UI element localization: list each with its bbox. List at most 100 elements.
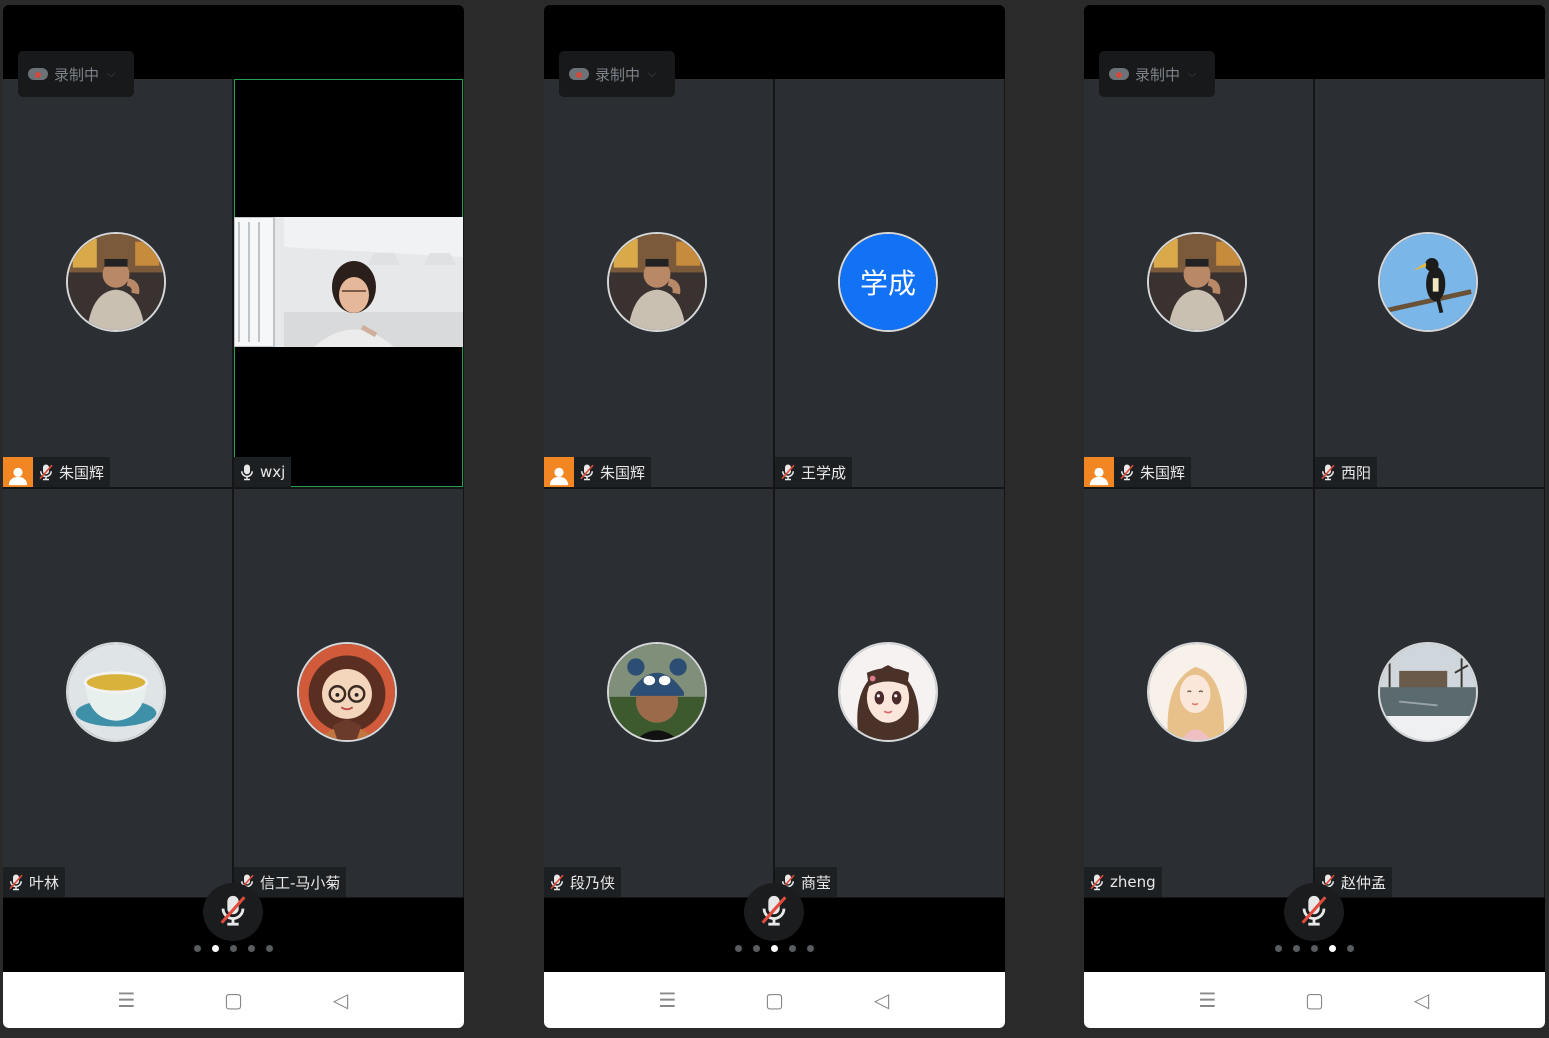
participant-nameplate: 朱国辉 (3, 457, 111, 487)
participant-name: 商莹 (801, 873, 832, 892)
phone-screen-2: 朱国辉 学成 王学成 段乃侠 商莹 录制中 ⌵ ☰ ▢ ◁ (544, 5, 1005, 1028)
recording-label: 录制中 (54, 65, 100, 84)
host-icon (1084, 457, 1114, 487)
recording-status-button[interactable]: 录制中 ⌵ (1099, 51, 1215, 97)
participant-tile[interactable]: 朱国辉 (1084, 79, 1313, 487)
participant-grid: 朱国辉 西阳 zheng 赵仲孟 (1084, 79, 1545, 898)
avatar (1147, 232, 1247, 332)
avatar (838, 642, 938, 742)
page-dot[interactable] (753, 945, 760, 952)
mic-muted-icon (775, 457, 801, 487)
page-dot[interactable] (212, 945, 219, 952)
page-dot[interactable] (1311, 945, 1318, 952)
page-dot[interactable] (194, 945, 201, 952)
avatar-initials: 学成 (840, 234, 936, 330)
page-dot[interactable] (1329, 945, 1336, 952)
mic-muted-icon (1297, 893, 1331, 931)
avatar: 学成 (838, 232, 938, 332)
back-nav-icon[interactable]: ◁ (1407, 985, 1437, 1015)
menu-nav-icon[interactable]: ☰ (653, 985, 683, 1015)
participant-name: 朱国辉 (1140, 463, 1186, 482)
page-dot[interactable] (230, 945, 237, 952)
page-indicator (1084, 945, 1545, 952)
avatar (66, 232, 166, 332)
page-indicator (3, 945, 464, 952)
participant-nameplate: wxj (234, 457, 292, 487)
phone-screen-1: 朱国辉 wxj 叶林 信工-马小菊 录制中 ⌵ ☰ ▢ ◁ (3, 5, 464, 1028)
menu-nav-icon[interactable]: ☰ (1193, 985, 1223, 1015)
participant-name: 朱国辉 (59, 463, 105, 482)
participant-tile[interactable]: 西阳 (1315, 79, 1544, 487)
page-dot[interactable] (266, 945, 273, 952)
participant-nameplate: 西阳 (1315, 457, 1378, 487)
mic-muted-icon (216, 893, 250, 931)
participant-name: 信工-马小菊 (260, 873, 341, 892)
menu-nav-icon[interactable]: ☰ (112, 985, 142, 1015)
chevron-down-icon: ⌵ (648, 67, 657, 80)
avatar (1147, 642, 1247, 742)
page-dot[interactable] (735, 945, 742, 952)
android-navigation-bar: ☰ ▢ ◁ (544, 972, 1005, 1028)
participant-nameplate: 叶林 (3, 867, 66, 897)
recording-label: 录制中 (595, 65, 641, 84)
page-dot[interactable] (807, 945, 814, 952)
mic-icon (234, 457, 260, 487)
recording-status-button[interactable]: 录制中 ⌵ (18, 51, 134, 97)
page-dot[interactable] (1293, 945, 1300, 952)
participant-grid: 朱国辉 学成 王学成 段乃侠 商莹 (544, 79, 1005, 898)
page-dot[interactable] (789, 945, 796, 952)
phone-screen-3: 朱国辉 西阳 zheng 赵仲孟 录制中 ⌵ ☰ ▢ ◁ (1084, 5, 1545, 1028)
back-nav-icon[interactable]: ◁ (326, 985, 356, 1015)
video-feed (234, 217, 463, 347)
mic-muted-icon (1114, 457, 1140, 487)
home-nav-icon[interactable]: ▢ (1300, 985, 1330, 1015)
participant-tile[interactable]: 朱国辉 (3, 79, 232, 487)
mic-muted-icon (1315, 457, 1341, 487)
participant-nameplate: 朱国辉 (1084, 457, 1192, 487)
participant-tile[interactable]: 商莹 (775, 489, 1004, 897)
participant-tile[interactable]: zheng (1084, 489, 1313, 897)
page-indicator (544, 945, 1005, 952)
participant-name: wxj (260, 463, 286, 481)
mute-toggle-button[interactable] (744, 883, 804, 941)
participant-nameplate: 段乃侠 (544, 867, 622, 897)
mic-muted-icon (1084, 867, 1110, 897)
cloud-record-icon (569, 68, 589, 80)
participant-name: 王学成 (801, 463, 847, 482)
avatar (607, 642, 707, 742)
mic-muted-icon (757, 893, 791, 931)
participant-tile[interactable]: 赵仲孟 (1315, 489, 1544, 897)
participant-name: 西阳 (1341, 463, 1372, 482)
page-dot[interactable] (771, 945, 778, 952)
participant-nameplate: 王学成 (775, 457, 853, 487)
avatar (297, 642, 397, 742)
mic-muted-icon (574, 457, 600, 487)
home-nav-icon[interactable]: ▢ (760, 985, 790, 1015)
home-nav-icon[interactable]: ▢ (219, 985, 249, 1015)
back-nav-icon[interactable]: ◁ (867, 985, 897, 1015)
recording-status-button[interactable]: 录制中 ⌵ (559, 51, 675, 97)
participant-name: 朱国辉 (600, 463, 646, 482)
participant-name: 叶林 (29, 873, 60, 892)
page-dot[interactable] (248, 945, 255, 952)
participant-name: zheng (1110, 873, 1156, 891)
chevron-down-icon: ⌵ (107, 67, 116, 80)
participant-nameplate: zheng (1084, 867, 1162, 897)
participant-tile[interactable]: 信工-马小菊 (234, 489, 463, 897)
mic-muted-icon (33, 457, 59, 487)
android-navigation-bar: ☰ ▢ ◁ (3, 972, 464, 1028)
host-icon (544, 457, 574, 487)
participant-tile[interactable]: 学成 王学成 (775, 79, 1004, 487)
page-dot[interactable] (1347, 945, 1354, 952)
participant-tile[interactable]: 叶林 (3, 489, 232, 897)
participant-tile[interactable]: 段乃侠 (544, 489, 773, 897)
mute-toggle-button[interactable] (1284, 883, 1344, 941)
avatar (607, 232, 707, 332)
participant-tile[interactable]: wxj (234, 79, 463, 487)
chevron-down-icon: ⌵ (1188, 67, 1197, 80)
mic-muted-icon (544, 867, 570, 897)
mute-toggle-button[interactable] (203, 883, 263, 941)
participant-nameplate: 朱国辉 (544, 457, 652, 487)
page-dot[interactable] (1275, 945, 1282, 952)
participant-tile[interactable]: 朱国辉 (544, 79, 773, 487)
